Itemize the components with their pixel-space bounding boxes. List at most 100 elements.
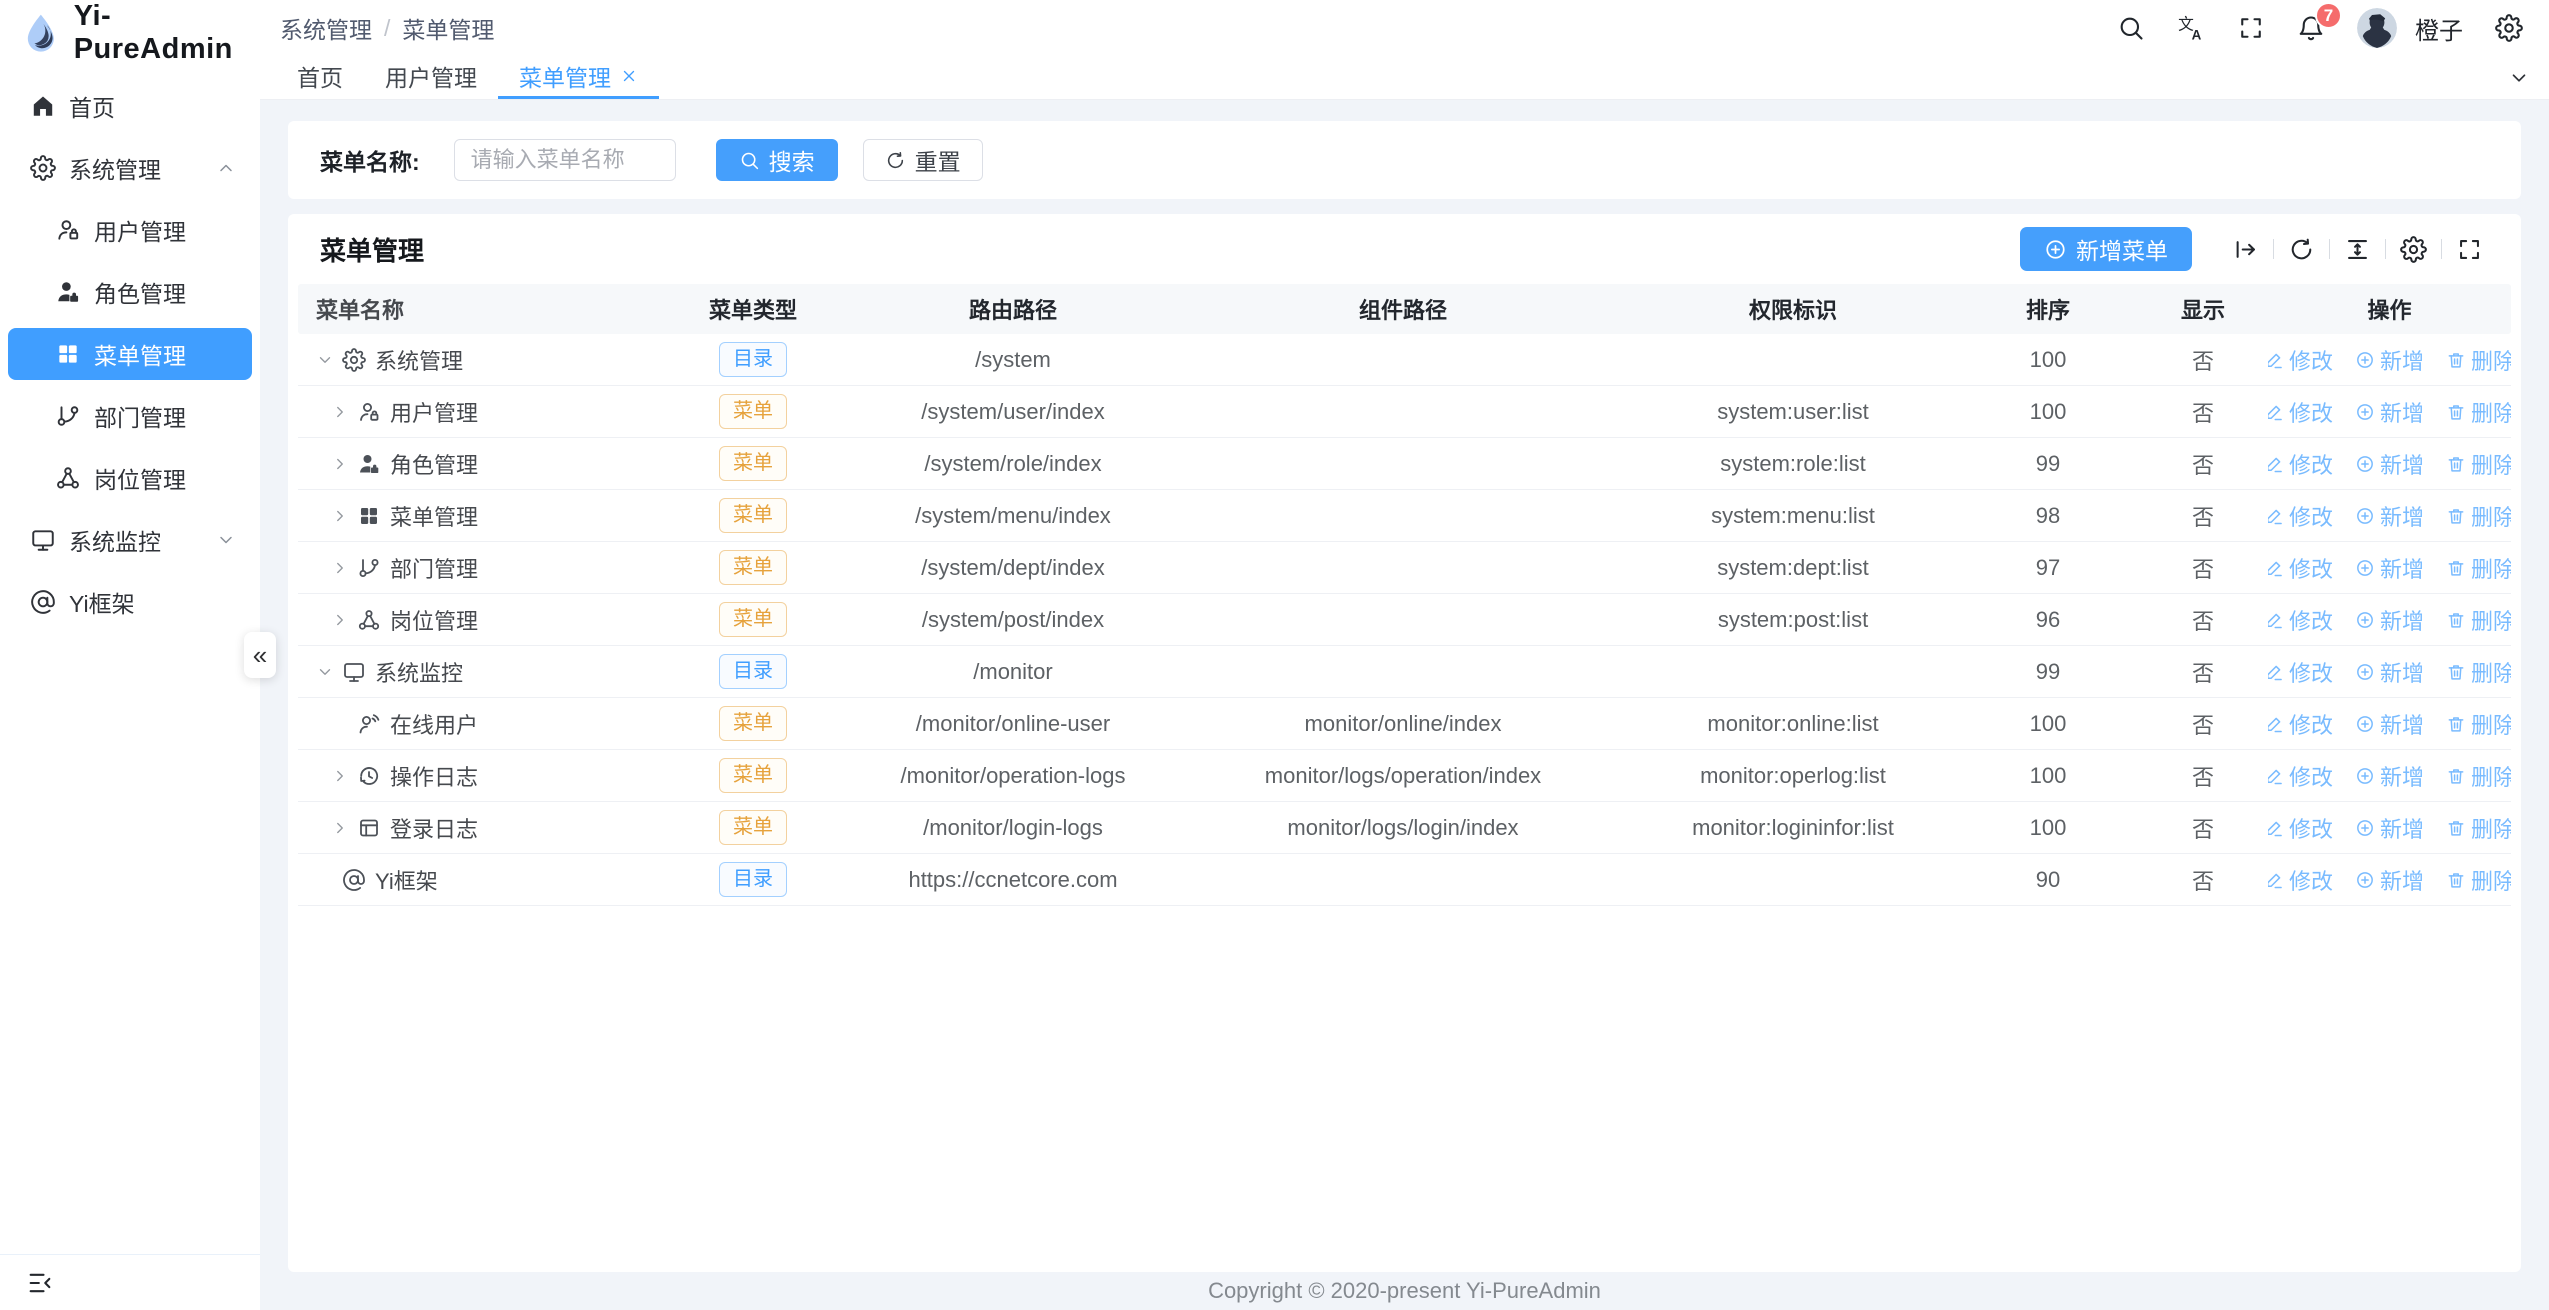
sidebar-item-post[interactable]: 岗位管理 xyxy=(8,452,252,504)
settings-gear-icon[interactable] xyxy=(2495,14,2523,42)
breadcrumb-item[interactable]: 系统管理 xyxy=(280,11,372,45)
add-link[interactable]: 新增 xyxy=(2355,864,2424,896)
edit-link[interactable]: 修改 xyxy=(2268,500,2333,532)
sidebar-item-monitor[interactable]: 系统监控 xyxy=(8,514,252,566)
add-link[interactable]: 新增 xyxy=(2355,552,2424,584)
sidebar-item-dept[interactable]: 部门管理 xyxy=(8,390,252,442)
delete-link[interactable]: 删除 xyxy=(2446,500,2511,532)
add-link[interactable]: 新增 xyxy=(2355,344,2424,376)
row-expand-icon[interactable] xyxy=(316,663,334,681)
search-button[interactable]: 搜索 xyxy=(716,139,838,181)
edit-link[interactable]: 修改 xyxy=(2268,344,2333,376)
action-label: 新增 xyxy=(2380,500,2424,532)
row-expand-icon[interactable] xyxy=(316,351,334,369)
add-link[interactable]: 新增 xyxy=(2355,760,2424,792)
post-icon xyxy=(357,608,381,632)
edit-link[interactable]: 修改 xyxy=(2268,396,2333,428)
menu-name-input[interactable] xyxy=(454,139,676,181)
tab-label: 菜单管理 xyxy=(519,59,611,93)
sort-cell: 98 xyxy=(1958,503,2138,529)
menu-type-cell: 菜单 xyxy=(658,706,848,741)
avatar[interactable] xyxy=(2357,8,2397,48)
row-expand-icon[interactable] xyxy=(331,767,349,785)
edit-link[interactable]: 修改 xyxy=(2268,604,2333,636)
add-link[interactable]: 新增 xyxy=(2355,500,2424,532)
app-logo[interactable]: Yi-PureAdmin xyxy=(0,0,260,66)
breadcrumb: 系统管理/菜单管理 xyxy=(280,11,494,45)
close-icon[interactable] xyxy=(620,67,638,85)
home-icon xyxy=(30,93,56,119)
table-toolbar: 新增菜单 xyxy=(2020,227,2497,271)
notification-bell[interactable]: 7 xyxy=(2297,14,2325,42)
add-menu-button[interactable]: 新增菜单 xyxy=(2020,227,2192,271)
delete-link[interactable]: 删除 xyxy=(2446,552,2511,584)
sidebar-item-yi[interactable]: Yi框架 xyxy=(8,576,252,628)
sidebar-item-label: 用户管理 xyxy=(94,213,186,247)
column-settings-icon[interactable] xyxy=(2400,236,2427,263)
collapse-left-icon[interactable] xyxy=(26,1269,54,1297)
expand-all-icon[interactable] xyxy=(2232,236,2259,263)
add-link[interactable]: 新增 xyxy=(2355,708,2424,740)
row-expand-icon[interactable] xyxy=(331,559,349,577)
tabs-dropdown-button[interactable] xyxy=(2489,56,2549,99)
row-expand-icon[interactable] xyxy=(331,403,349,421)
fullscreen-icon[interactable] xyxy=(2237,14,2265,42)
delete-link[interactable]: 删除 xyxy=(2446,448,2511,480)
delete-link[interactable]: 删除 xyxy=(2446,344,2511,376)
table-panel: 菜单管理 新增菜单 xyxy=(288,214,2521,1272)
tab-用户管理[interactable]: 用户管理 xyxy=(364,56,498,99)
sidebar-item-system[interactable]: 系统管理 xyxy=(8,142,252,194)
action-label: 修改 xyxy=(2289,812,2333,844)
edit-link[interactable]: 修改 xyxy=(2268,864,2333,896)
plus-circle-icon xyxy=(2355,402,2375,422)
breadcrumb-item[interactable]: 菜单管理 xyxy=(402,11,494,45)
route-path-cell: /monitor xyxy=(848,659,1178,685)
edit-link[interactable]: 修改 xyxy=(2268,552,2333,584)
delete-link[interactable]: 删除 xyxy=(2446,396,2511,428)
edit-link[interactable]: 修改 xyxy=(2268,656,2333,688)
tab-菜单管理[interactable]: 菜单管理 xyxy=(498,56,659,99)
delete-link[interactable]: 删除 xyxy=(2446,604,2511,636)
edit-link[interactable]: 修改 xyxy=(2268,760,2333,792)
sidebar-item-role[interactable]: 角色管理 xyxy=(8,266,252,318)
delete-link[interactable]: 删除 xyxy=(2446,760,2511,792)
sidebar-item-label: 系统监控 xyxy=(69,523,161,557)
delete-link[interactable]: 删除 xyxy=(2446,708,2511,740)
row-expand-icon[interactable] xyxy=(331,611,349,629)
row-expand-icon[interactable] xyxy=(331,455,349,473)
delete-link[interactable]: 删除 xyxy=(2446,864,2511,896)
sidebar-item-menu[interactable]: 菜单管理 xyxy=(8,328,252,380)
row-expand-icon[interactable] xyxy=(331,507,349,525)
delete-link[interactable]: 删除 xyxy=(2446,812,2511,844)
tab-首页[interactable]: 首页 xyxy=(276,56,364,99)
density-icon[interactable] xyxy=(2344,236,2371,263)
action-label: 新增 xyxy=(2380,760,2424,792)
trash-icon xyxy=(2446,558,2466,578)
add-link[interactable]: 新增 xyxy=(2355,812,2424,844)
sidebar-item-home[interactable]: 首页 xyxy=(8,80,252,132)
search-icon[interactable] xyxy=(2117,14,2145,42)
refresh-icon[interactable] xyxy=(2288,236,2315,263)
sidebar-item-user[interactable]: 用户管理 xyxy=(8,204,252,256)
menu-name-text: 登录日志 xyxy=(390,812,478,844)
translate-icon[interactable]: 文A xyxy=(2177,14,2205,42)
row-expand-icon[interactable] xyxy=(331,819,349,837)
sidebar-item-label: 岗位管理 xyxy=(94,461,186,495)
reset-button[interactable]: 重置 xyxy=(863,139,983,181)
table-fullscreen-icon[interactable] xyxy=(2456,236,2483,263)
action-label: 修改 xyxy=(2289,396,2333,428)
row-actions: 修改新增删除 xyxy=(2268,604,2511,636)
username[interactable]: 橙子 xyxy=(2415,11,2463,46)
add-link[interactable]: 新增 xyxy=(2355,604,2424,636)
edit-link[interactable]: 修改 xyxy=(2268,812,2333,844)
sidebar-collapse-button[interactable]: « xyxy=(244,632,276,678)
delete-link[interactable]: 删除 xyxy=(2446,656,2511,688)
online-user-icon xyxy=(357,712,381,736)
menu-name-text: 系统监控 xyxy=(375,656,463,688)
add-link[interactable]: 新增 xyxy=(2355,656,2424,688)
add-link[interactable]: 新增 xyxy=(2355,396,2424,428)
permission-cell: system:dept:list xyxy=(1628,555,1958,581)
add-link[interactable]: 新增 xyxy=(2355,448,2424,480)
edit-link[interactable]: 修改 xyxy=(2268,448,2333,480)
edit-link[interactable]: 修改 xyxy=(2268,708,2333,740)
